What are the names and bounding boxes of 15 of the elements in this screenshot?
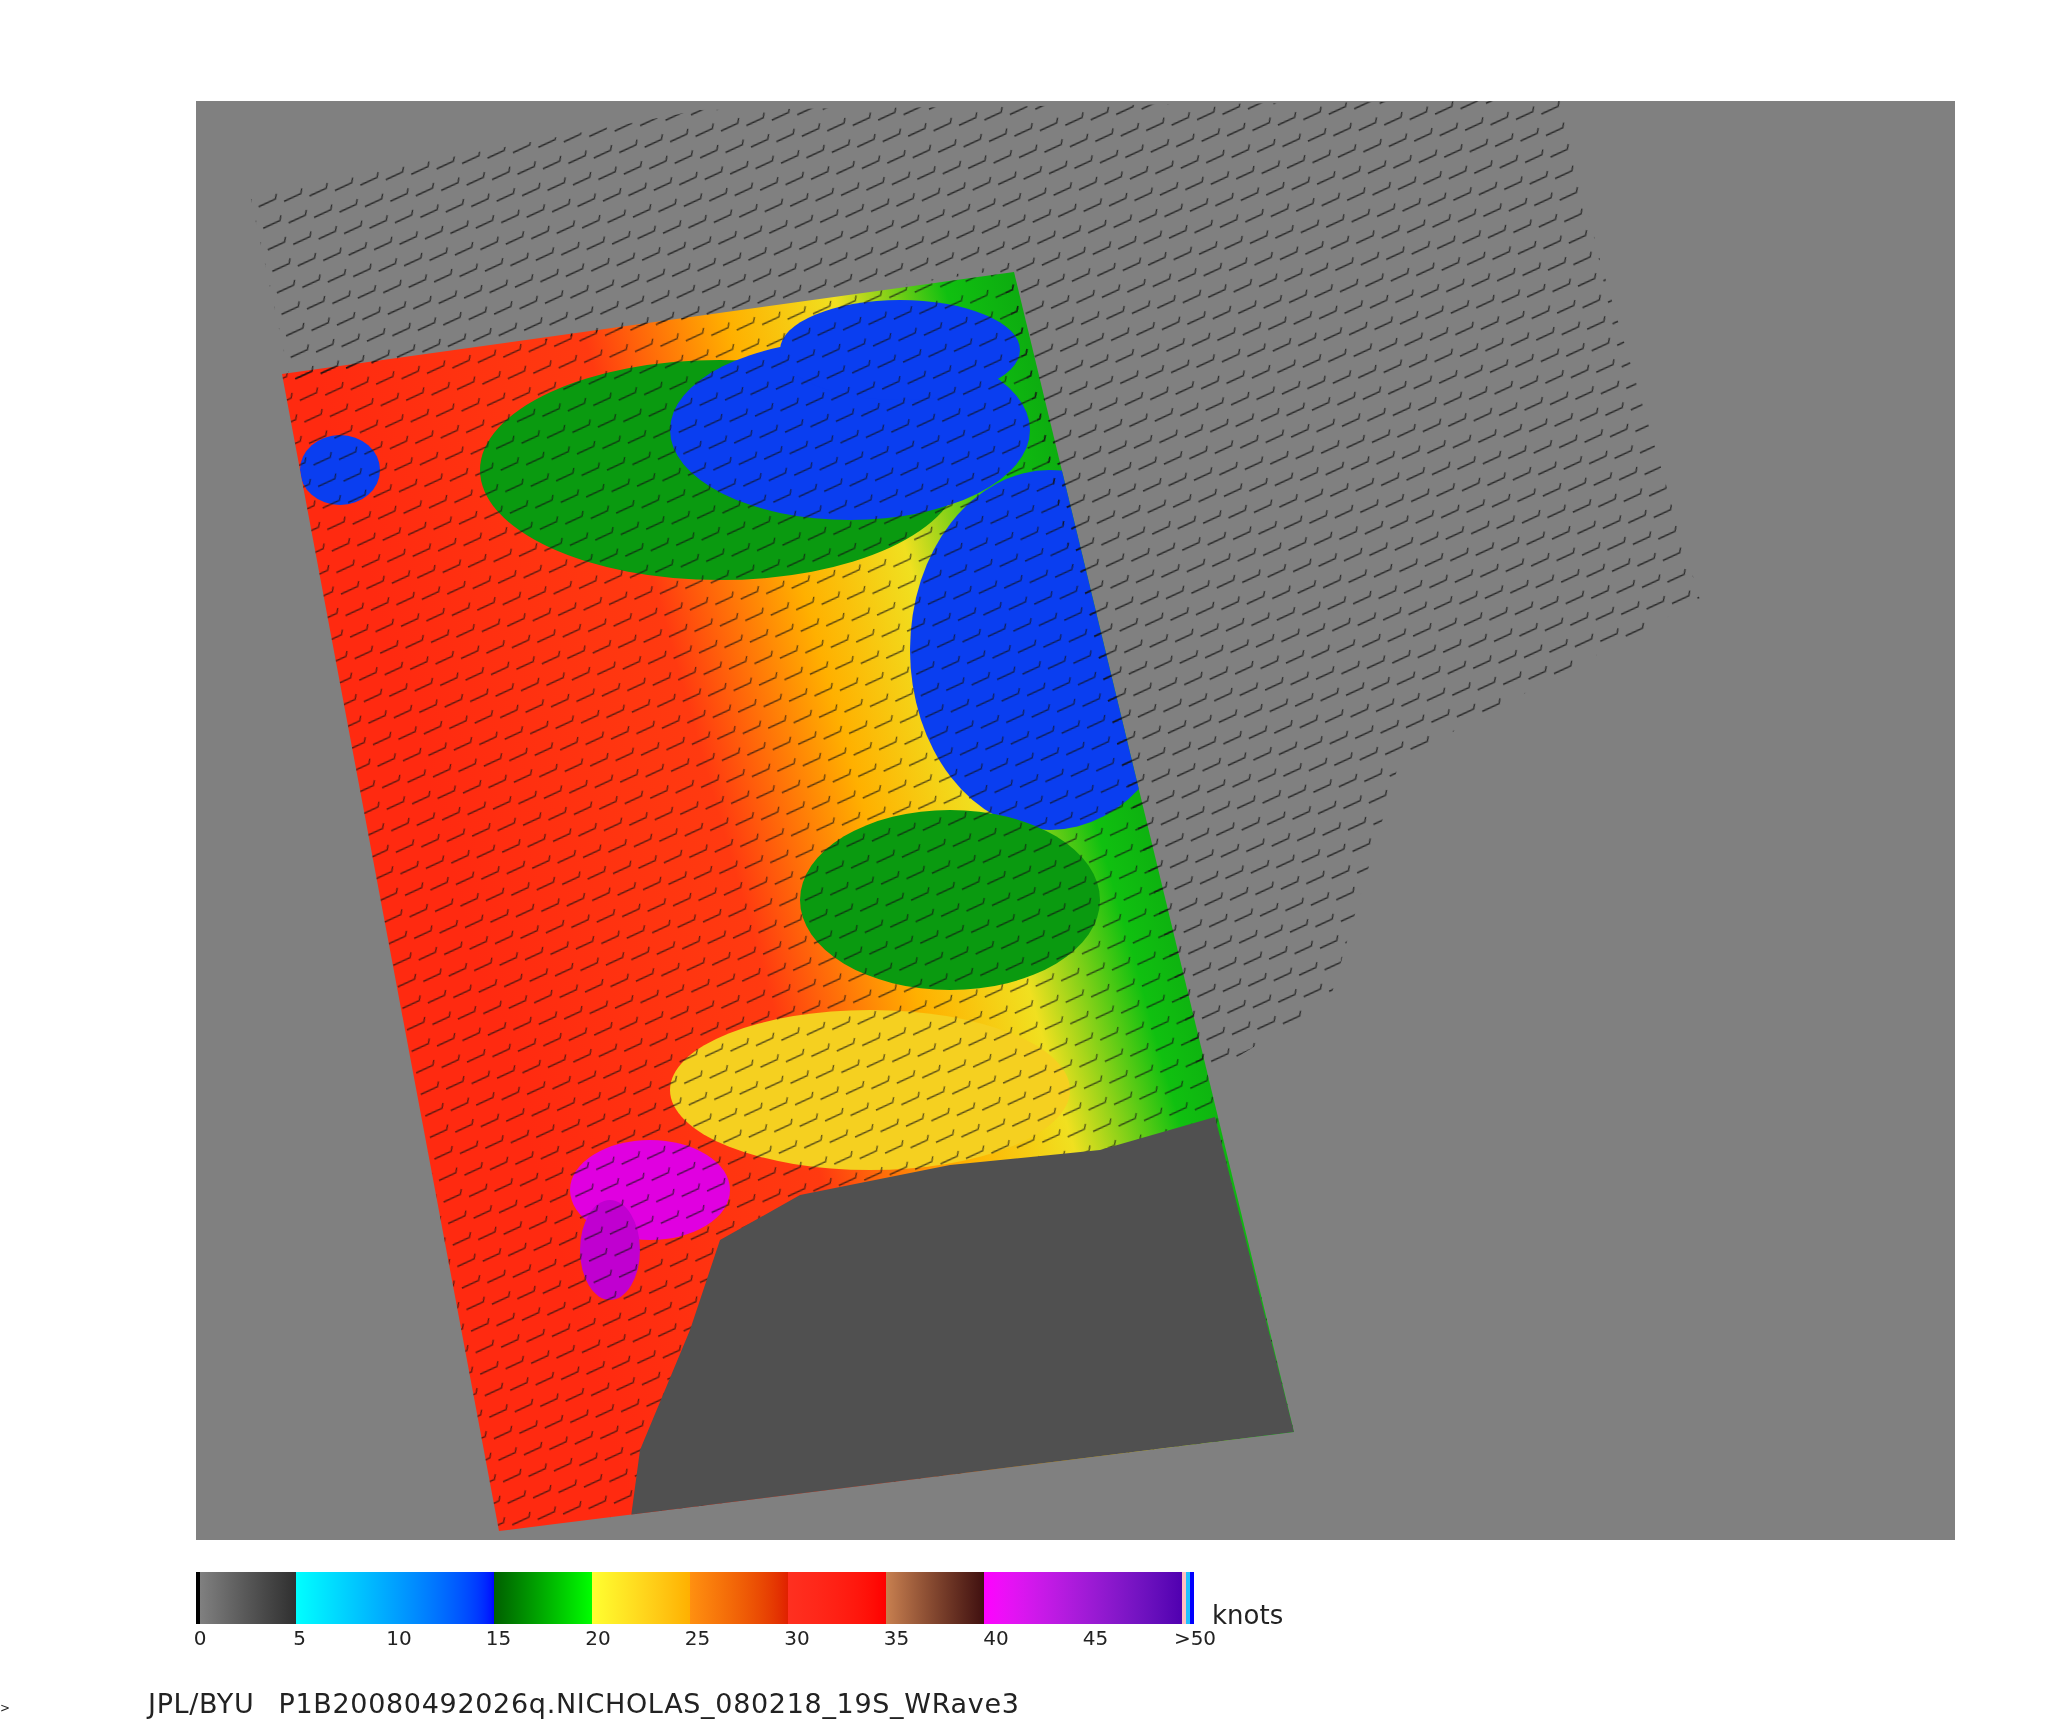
source-label: JPL/BYU: [148, 1687, 255, 1720]
scale-tick-label: 40: [983, 1628, 1009, 1648]
scale-tick-label: 0: [193, 1628, 207, 1648]
scale-tick-label: 5: [293, 1628, 306, 1648]
scale-tick-label: 20: [585, 1628, 611, 1648]
corner-mark: >: [0, 1702, 11, 1714]
scale-tick-label: 45: [1082, 1628, 1109, 1648]
scale-tick-label: 35: [883, 1628, 910, 1648]
scale-tick-label: 25: [684, 1628, 711, 1648]
scale-tick-label: 15: [485, 1628, 512, 1648]
scale-tick-label: 10: [386, 1628, 412, 1648]
unit-label: knots: [1212, 1602, 1284, 1628]
scale-tick-label: >50: [1173, 1628, 1217, 1648]
scale-tick-label: 30: [784, 1628, 810, 1648]
file-name-label: P1B20080492026q.NICHOLAS_080218_19S_WRave3: [278, 1687, 1020, 1720]
